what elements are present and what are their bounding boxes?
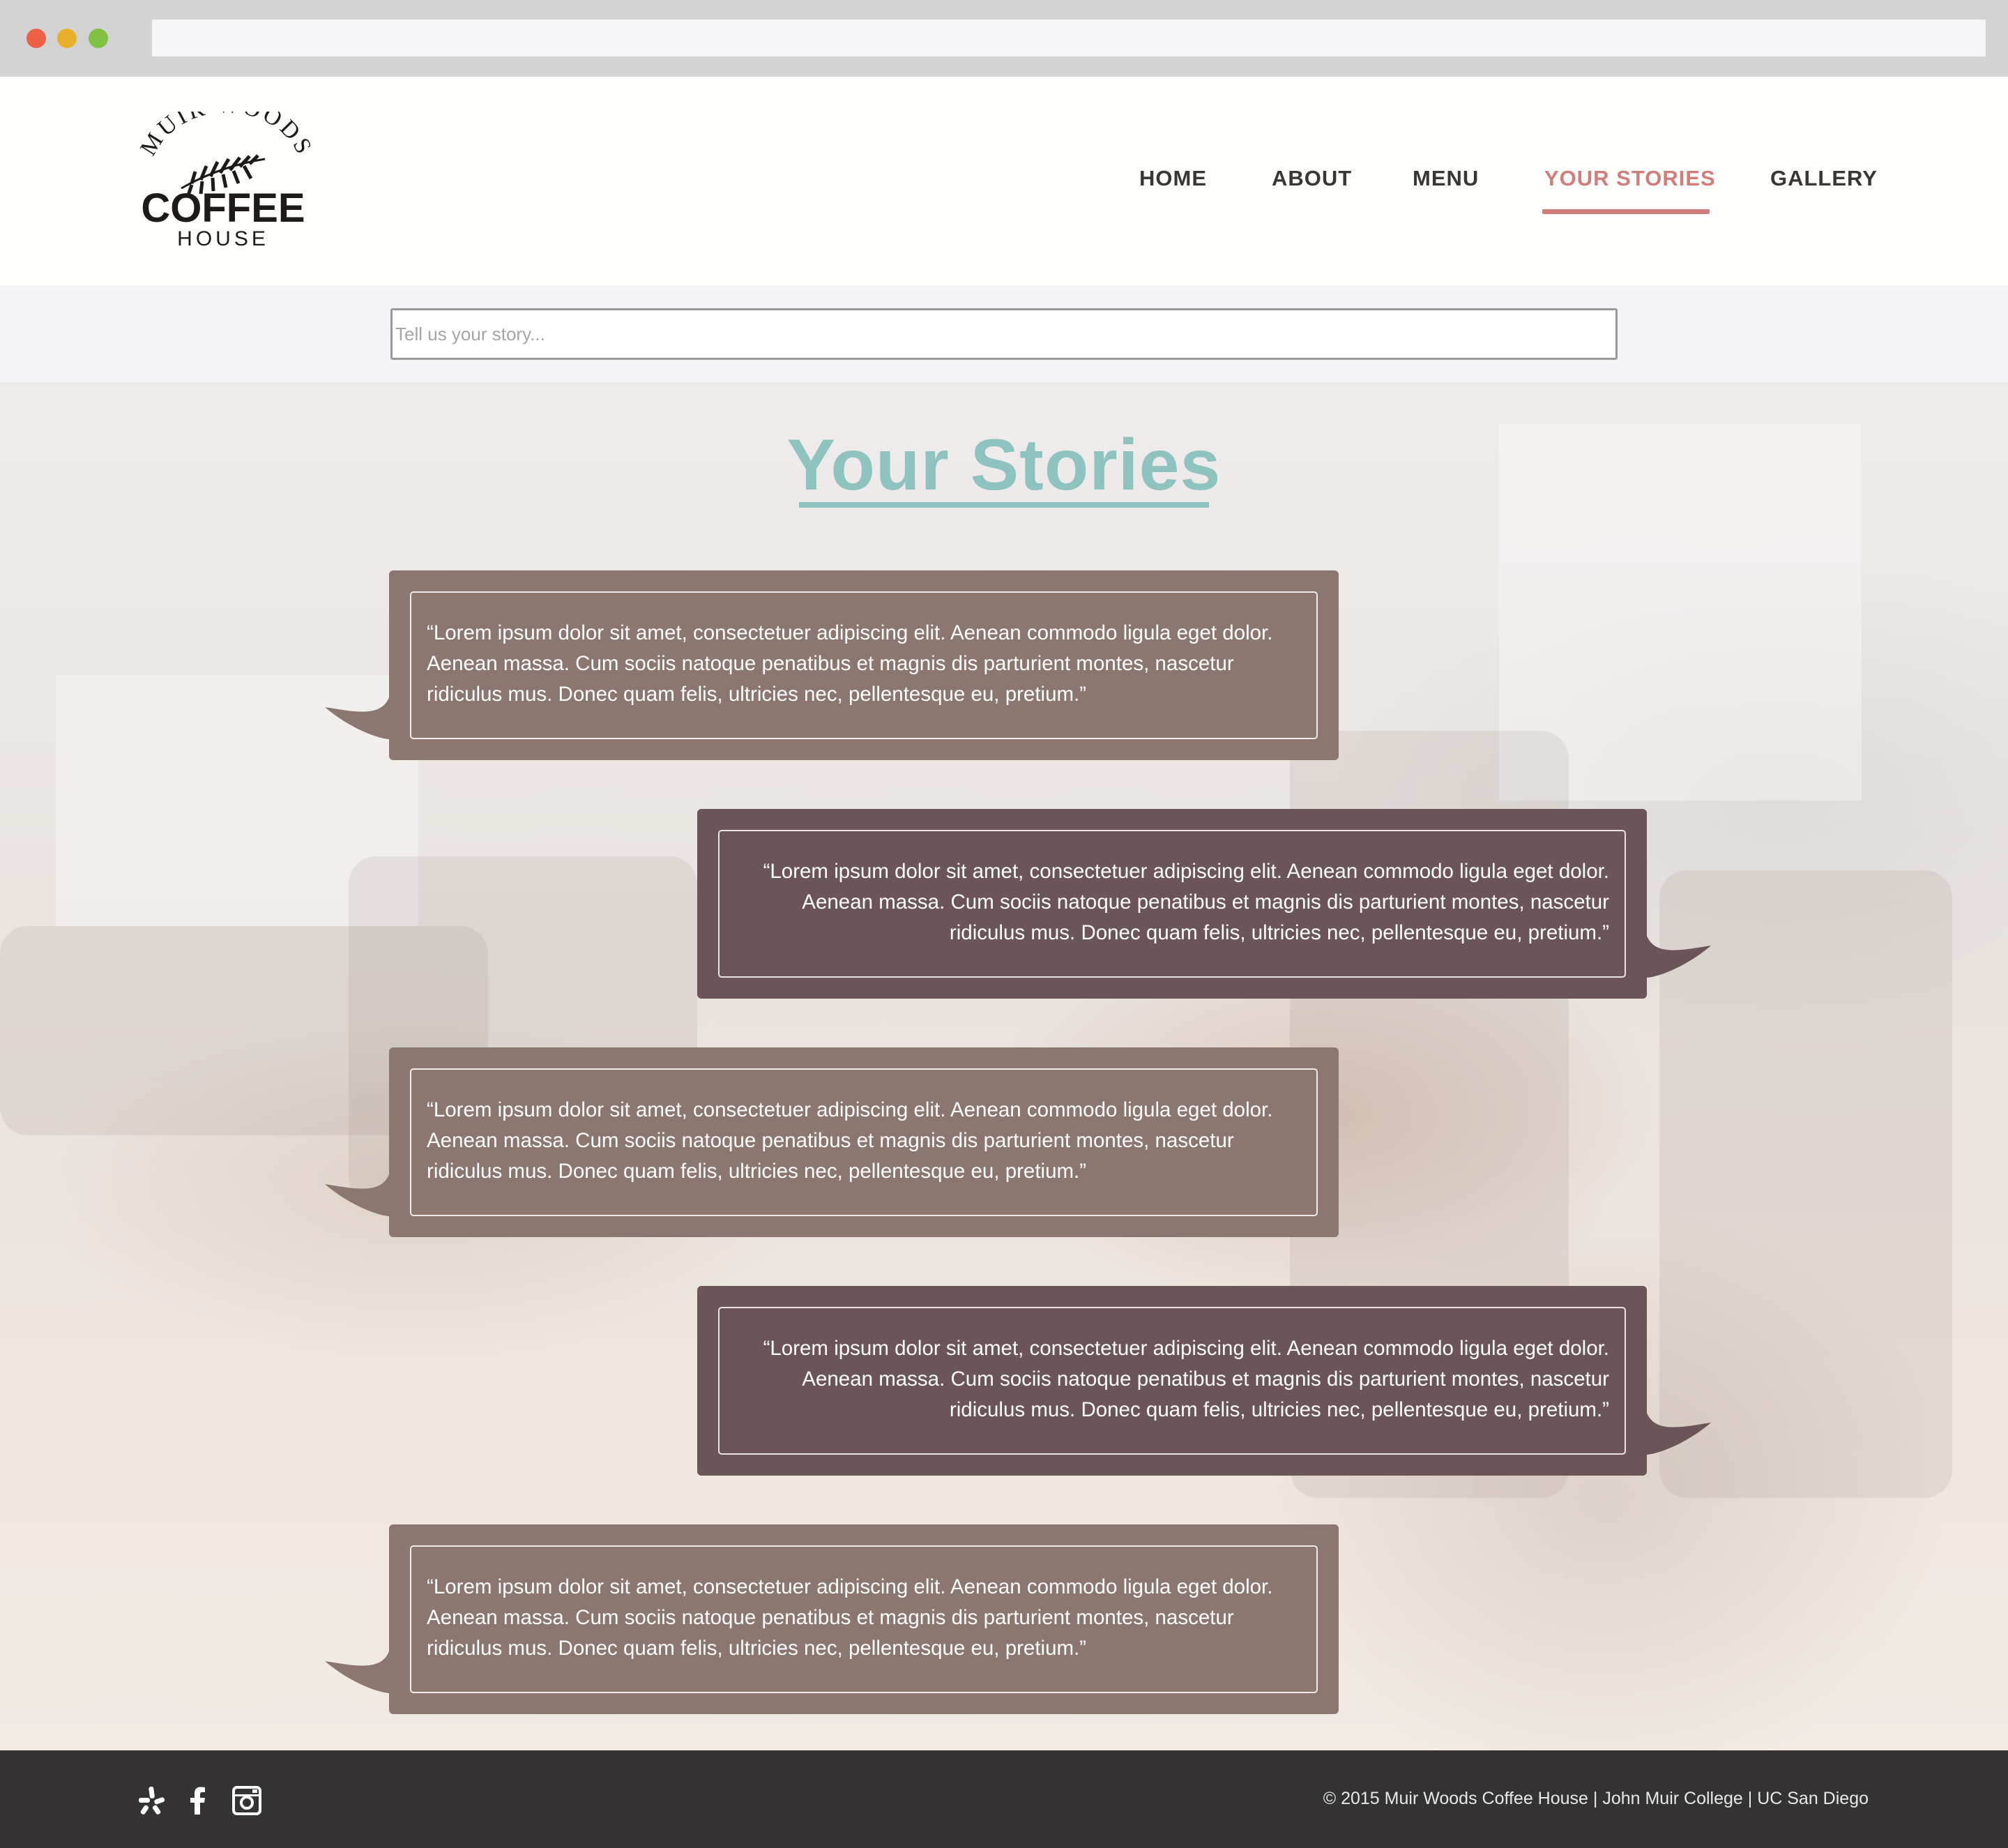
story-text: “Lorem ipsum dolor sit amet, consectetue…: [763, 860, 1609, 944]
logo-line-3: HOUSE: [177, 227, 269, 250]
stories-section: Your Stories “Lorem ipsum dolor sit amet…: [0, 382, 2008, 1750]
yelp-icon[interactable]: [136, 1785, 167, 1816]
story-text: “Lorem ipsum dolor sit amet, consectetue…: [427, 621, 1273, 706]
address-bar[interactable]: [152, 20, 1986, 56]
instagram-icon[interactable]: [231, 1785, 262, 1816]
story-bubble: “Lorem ipsum dolor sit amet, consectetue…: [697, 809, 1711, 999]
bubble-tail: [1647, 1413, 1711, 1455]
copyright-text: © 2015 Muir Woods Coffee House | John Mu…: [1323, 1789, 1869, 1808]
nav-home[interactable]: HOME: [1139, 166, 1207, 191]
logo-line-1: MUIR WOODS: [135, 92, 315, 160]
story-input[interactable]: [390, 308, 1618, 360]
bubble-frame: “Lorem ipsum dolor sit amet, consectetue…: [718, 1307, 1626, 1455]
bubble-tail: [325, 1174, 389, 1216]
window-minimize-button[interactable]: [57, 29, 77, 48]
bubble-frame: “Lorem ipsum dolor sit amet, consectetue…: [410, 591, 1318, 739]
browser-chrome: [0, 0, 2008, 77]
nav-gallery[interactable]: GALLERY: [1770, 166, 1878, 191]
window-close-button[interactable]: [26, 29, 46, 48]
page-title: Your Stories: [786, 425, 1222, 506]
story-bubble: “Lorem ipsum dolor sit amet, consectetue…: [325, 1524, 1339, 1714]
site-footer: © 2015 Muir Woods Coffee House | John Mu…: [0, 1750, 2008, 1848]
nav-menu[interactable]: MENU: [1413, 166, 1479, 191]
bubble-frame: “Lorem ipsum dolor sit amet, consectetue…: [718, 830, 1626, 978]
svg-text:MUIR WOODS: MUIR WOODS: [136, 112, 310, 160]
story-bubble: “Lorem ipsum dolor sit amet, consectetue…: [325, 1047, 1339, 1237]
nav-active-indicator: [1542, 209, 1710, 214]
story-text: “Lorem ipsum dolor sit amet, consectetue…: [427, 1098, 1273, 1183]
story-input-bar: [0, 286, 2008, 382]
bubble-frame: “Lorem ipsum dolor sit amet, consectetue…: [410, 1545, 1318, 1693]
window-maximize-button[interactable]: [89, 29, 108, 48]
title-underline: [799, 502, 1209, 508]
bubble-frame: “Lorem ipsum dolor sit amet, consectetue…: [410, 1068, 1318, 1216]
bubble-tail: [325, 1651, 389, 1693]
bubble-tail: [325, 697, 389, 739]
story-bubble: “Lorem ipsum dolor sit amet, consectetue…: [325, 570, 1339, 760]
story-bubble: “Lorem ipsum dolor sit amet, consectetue…: [697, 1286, 1711, 1476]
story-text: “Lorem ipsum dolor sit amet, consectetue…: [763, 1337, 1609, 1421]
facebook-icon[interactable]: [183, 1785, 213, 1816]
site-header: MUIR WOODS COFFEE HOUSE HOME ABOUT MENU …: [0, 77, 2008, 286]
main-nav: HOME ABOUT MENU YOUR STORIES GALLERY: [0, 166, 2008, 208]
nav-about[interactable]: ABOUT: [1272, 166, 1352, 191]
bubble-tail: [1647, 936, 1711, 978]
story-text: “Lorem ipsum dolor sit amet, consectetue…: [427, 1575, 1273, 1660]
nav-your-stories[interactable]: YOUR STORIES: [1544, 166, 1716, 191]
